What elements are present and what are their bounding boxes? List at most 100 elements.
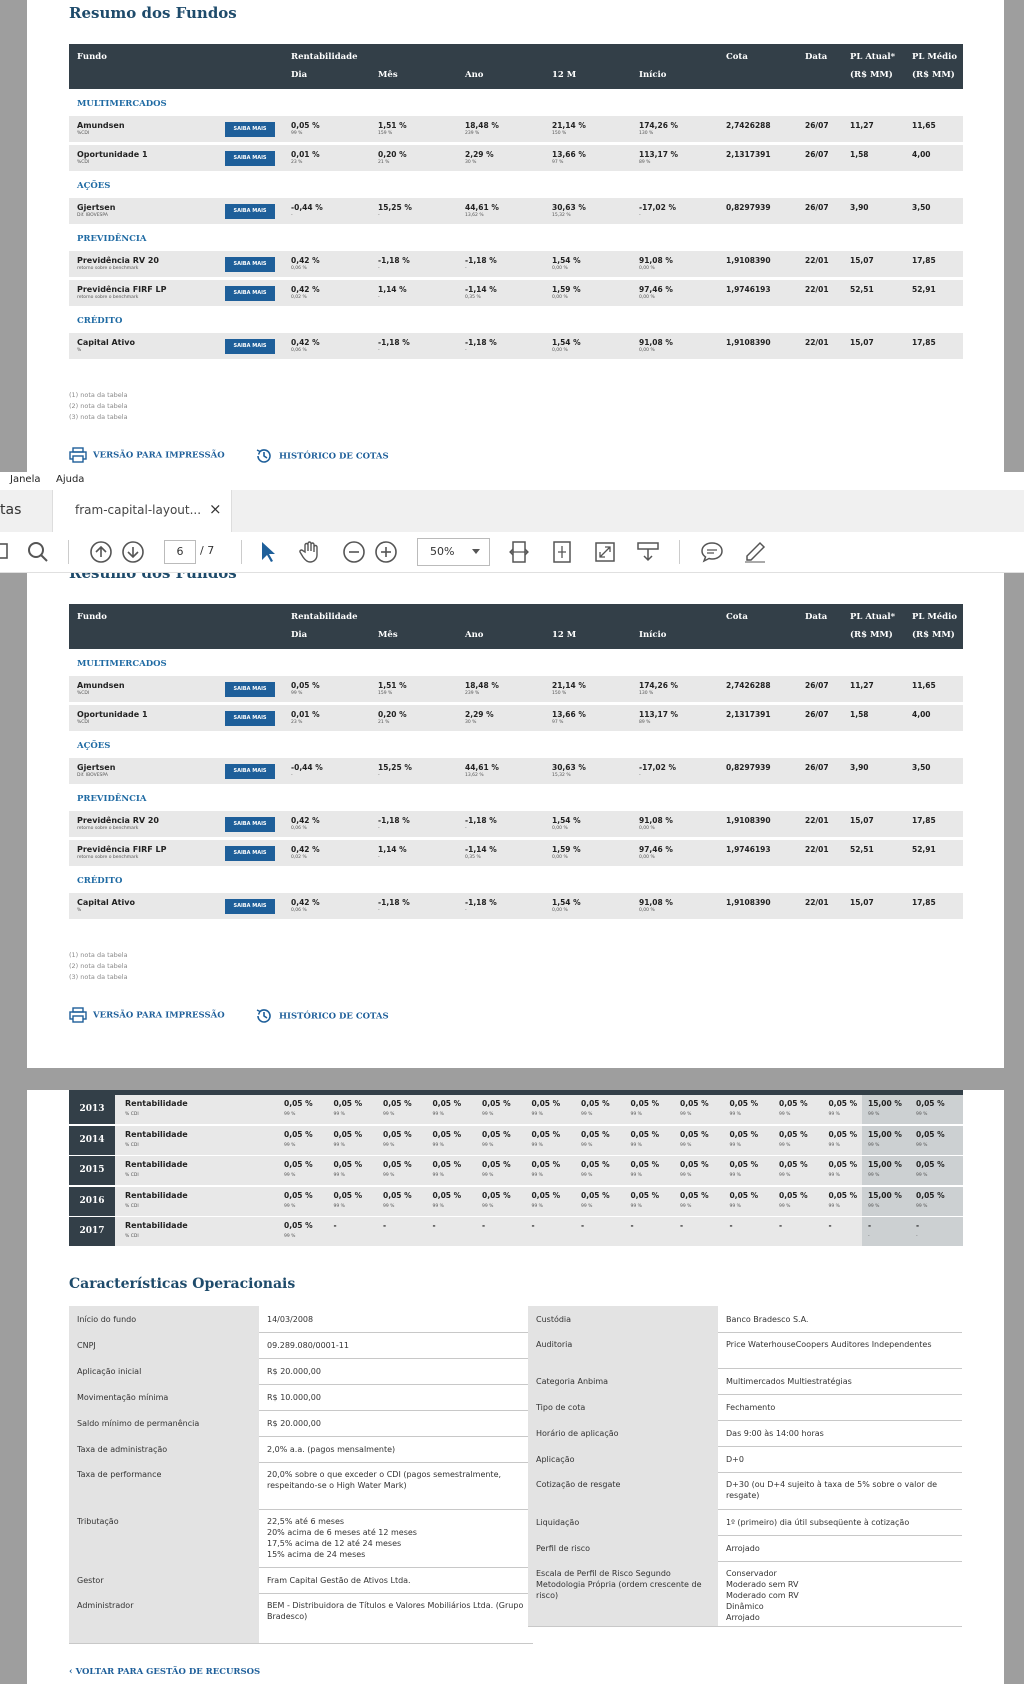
fund-return-mes-cdi: - (378, 295, 380, 300)
print-version-link[interactable]: VERSÃO PARA IMPRESSÃO (69, 1007, 225, 1023)
tab-close-icon[interactable]: × (209, 500, 222, 518)
table-note: (2) nota da tabela (69, 402, 128, 410)
fund-return-ano-cdi: 30 % (465, 720, 477, 725)
header-dia: Dia (291, 630, 308, 640)
previous-page-icon[interactable] (89, 540, 113, 564)
fund-name[interactable]: Previdência FIRF LP (77, 845, 167, 854)
monthly-value-cdi: 99 % (680, 1203, 692, 1209)
history-link[interactable]: HISTÓRICO DE COTAS (255, 447, 389, 465)
header-pl_medio_unit: (R$ MM) (912, 630, 955, 640)
monthly-value: 0,05 % (779, 1160, 808, 1169)
fund-benchmark: retorno sobre o benchmark (77, 855, 139, 860)
fund-name[interactable]: Gjertsen (77, 203, 115, 212)
fund-name[interactable]: Previdência FIRF LP (77, 285, 167, 294)
fund-cota: 1,9108390 (726, 256, 771, 265)
ops-label-cell: Escala de Perfil de Risco Segundo Metodo… (528, 1561, 718, 1626)
ops-label-cell: Tipo de cota (528, 1394, 718, 1420)
ops-value-cell: D+30 (ou D+4 sujeito à taxa de 5% sobre … (718, 1472, 962, 1509)
fund-name[interactable]: Amundsen (77, 681, 125, 690)
menu-ajuda[interactable]: Ajuda (56, 474, 84, 485)
search-icon[interactable] (26, 540, 50, 564)
monthly-value: 0,05 % (333, 1099, 363, 1108)
fund-row: Amundsen %CDI SAIBA MAIS 0,05 % 99 % 1,51 % 15… (69, 116, 963, 142)
zoom-select[interactable]: 50% (417, 538, 490, 566)
monthly-value-cdi: 99 % (916, 1173, 928, 1178)
fund-pl-atual: 1,58 (850, 150, 869, 159)
page-thumbnail-icon[interactable] (0, 540, 12, 562)
fund-name[interactable]: Previdência RV 20 (77, 256, 159, 265)
highlight-pen-icon[interactable] (743, 540, 767, 564)
header-rentabilidade: Rentabilidade (291, 52, 358, 62)
monthly-value-cdi: 99 % (868, 1203, 880, 1209)
saiba-mais-button[interactable]: SAIBA MAIS (225, 122, 275, 137)
header-pl_atual_unit: (R$ MM) (850, 70, 893, 80)
fund-name[interactable]: Oportunidade 1 (77, 710, 148, 719)
page-number-input[interactable]: 6 (164, 540, 196, 564)
saiba-mais-button[interactable]: SAIBA MAIS (225, 764, 275, 779)
saiba-mais-button[interactable]: SAIBA MAIS (225, 286, 275, 301)
ops-value: Fram Capital Gestão de Ativos Ltda. (267, 1576, 411, 1585)
fund-return-m12: 21,14 % (552, 681, 586, 690)
fund-name[interactable]: Amundsen (77, 121, 125, 130)
fund-name[interactable]: Oportunidade 1 (77, 150, 148, 159)
fund-return-ano-cdi: 13,62 % (465, 213, 484, 218)
fund-pl-medio: 11,65 (912, 681, 936, 690)
ops-value: Das 9:00 às 14:00 horas (726, 1429, 824, 1438)
fund-return-mes: 1,14 % (378, 285, 407, 294)
saiba-mais-button[interactable]: SAIBA MAIS (225, 151, 275, 166)
ops-value: 22,5% até 6 meses 20% acima de 6 meses a… (267, 1517, 417, 1559)
zoom-out-icon[interactable] (342, 540, 366, 564)
fund-name[interactable]: Previdência RV 20 (77, 816, 159, 825)
saiba-mais-button[interactable]: SAIBA MAIS (225, 846, 275, 861)
fund-return-dia-cdi: 99 % (291, 691, 303, 696)
saiba-mais-button[interactable]: SAIBA MAIS (225, 682, 275, 697)
fund-name[interactable]: Capital Ativo (77, 898, 135, 907)
fit-page-icon[interactable] (551, 540, 573, 564)
back-link[interactable]: ‹ VOLTAR PARA GESTÃO DE RECURSOS (69, 1667, 260, 1677)
fit-width-icon[interactable] (508, 540, 530, 564)
zoom-value: 50% (430, 545, 455, 558)
fund-return-m12: 13,66 % (552, 150, 586, 159)
saiba-mais-button[interactable]: SAIBA MAIS (225, 817, 275, 832)
fund-name[interactable]: Gjertsen (77, 763, 115, 772)
header-dia: Dia (291, 70, 308, 80)
table-header: Fundo Rentabilidade Dia Mês Ano 12 M Início Cot… (69, 44, 963, 89)
category-heading: MULTIMERCADOS (77, 659, 167, 669)
print-version-link[interactable]: VERSÃO PARA IMPRESSÃO (69, 447, 225, 463)
monthly-row: 2015 Rentabilidade % CDI 0,05 % 99 % 0,05 % 99… (69, 1156, 963, 1185)
fullscreen-icon[interactable] (594, 540, 616, 564)
menu-janela[interactable]: Janela (10, 474, 40, 485)
tab-previous[interactable]: tas (0, 502, 21, 518)
monthly-row: 2017 Rentabilidade % CDI 0,05 % 99 % - - - - - - - -… (69, 1217, 963, 1246)
history-link[interactable]: HISTÓRICO DE COTAS (255, 1007, 389, 1025)
next-page-icon[interactable] (121, 540, 145, 564)
tab-document[interactable]: fram-capital-layout... × (52, 490, 232, 532)
fund-return-m12: 1,54 % (552, 338, 581, 347)
tab-bar: tas fram-capital-layout... × (0, 490, 1024, 533)
monthly-value-cdi: 99 % (482, 1112, 494, 1117)
select-cursor-icon[interactable] (258, 540, 278, 564)
fund-date: 26/07 (805, 203, 829, 212)
monthly-value-cdi: 99 % (581, 1173, 593, 1178)
monthly-value: 15,00 % (868, 1099, 902, 1108)
monthly-value-cdi: 99 % (916, 1112, 928, 1117)
hand-tool-icon[interactable] (298, 540, 322, 564)
monthly-value-cdi: 99 % (482, 1173, 494, 1178)
comment-icon[interactable] (700, 540, 724, 564)
fund-name[interactable]: Capital Ativo (77, 338, 135, 347)
fund-cota: 1,9746193 (726, 285, 771, 294)
zoom-in-icon[interactable] (374, 540, 398, 564)
fund-pl-medio: 3,50 (912, 763, 931, 772)
monthly-value-cdi: 99 % (531, 1203, 543, 1209)
saiba-mais-button[interactable]: SAIBA MAIS (225, 257, 275, 272)
saiba-mais-button[interactable]: SAIBA MAIS (225, 339, 275, 354)
monthly-value: 15,00 % (868, 1190, 902, 1200)
year-label: 2015 (69, 1156, 115, 1185)
saiba-mais-button[interactable]: SAIBA MAIS (225, 711, 275, 726)
saiba-mais-button[interactable]: SAIBA MAIS (225, 204, 275, 219)
fund-row: Gjertsen Dif. IBOVESPA SAIBA MAIS -0,44 % -1… (69, 758, 963, 784)
saiba-mais-button[interactable]: SAIBA MAIS (225, 899, 275, 914)
download-icon[interactable] (637, 540, 659, 564)
ops-label: Categoria Anbima (536, 1377, 609, 1386)
header-inicio: Início (639, 70, 667, 80)
